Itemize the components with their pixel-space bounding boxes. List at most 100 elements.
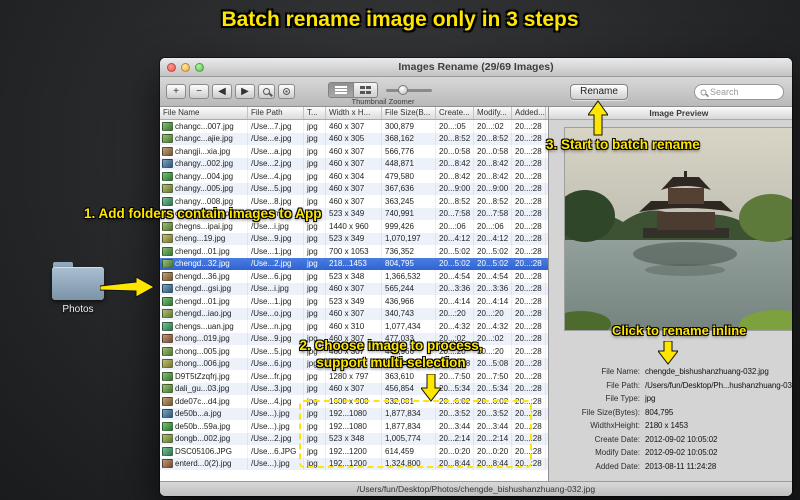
thumbnail bbox=[162, 309, 173, 319]
table-row[interactable]: dali_gu...03.jpg/Use...3.jpg jpg 460 x 307… bbox=[160, 382, 548, 395]
column-header[interactable]: Modify... bbox=[474, 107, 512, 119]
cell: changc...007.jpg bbox=[160, 120, 248, 133]
table-row[interactable]: changy...002.jpg/Use...2.jpg jpg 460 x 307… bbox=[160, 157, 548, 170]
cell: chegns...ipai.jpg bbox=[160, 220, 248, 233]
table-row[interactable]: changji...xia.jpg/Use...a.jpg jpg 460 x 30… bbox=[160, 145, 548, 158]
cell: 20...3:36 bbox=[474, 282, 512, 295]
cell: chong...005.jpg bbox=[160, 345, 248, 358]
add-button[interactable]: + bbox=[166, 84, 186, 99]
banner-text: Batch rename image only in 3 steps bbox=[221, 8, 579, 31]
cell: chengd...36.jpg bbox=[160, 270, 248, 283]
column-header[interactable]: File Path bbox=[248, 107, 304, 119]
table-row[interactable]: changy...005.jpg/Use...5.jpg jpg 460 x 307… bbox=[160, 182, 548, 195]
cell: /Use...e.jpg bbox=[248, 132, 304, 145]
cell: D9T5tZzqfrj.jpg bbox=[160, 370, 248, 383]
preview-field-value: 2180 x 1453 bbox=[645, 421, 688, 431]
cell: 20...:28 bbox=[512, 220, 546, 233]
cell: 20...7:50 bbox=[474, 370, 512, 383]
cell: jpg bbox=[304, 132, 326, 145]
titlebar[interactable]: Images Rename (29/69 Images) bbox=[160, 58, 792, 77]
cell: 1440 x 960 bbox=[326, 220, 382, 233]
cell: /Use...4.jpg bbox=[248, 395, 304, 408]
cell: 460 x 305 bbox=[326, 132, 382, 145]
cell: jpg bbox=[304, 182, 326, 195]
thumbnail bbox=[162, 246, 173, 256]
thumbnail-zoom-slider[interactable] bbox=[386, 85, 432, 95]
cell: 20...3:36 bbox=[436, 282, 474, 295]
view-switcher bbox=[328, 82, 432, 98]
cell: chengd...01.jpg bbox=[160, 295, 248, 308]
minimize-button[interactable] bbox=[181, 63, 190, 72]
cell: 523 x 349 bbox=[326, 232, 382, 245]
cell: changy...005.jpg bbox=[160, 182, 248, 195]
preview-field-label: File Size(Bytes): bbox=[581, 407, 640, 417]
table-row[interactable]: chengd...32.jpg/Use...2.jpg jpg 218...1453… bbox=[160, 257, 548, 270]
action-button[interactable] bbox=[278, 84, 295, 99]
cell: 20...8:52 bbox=[474, 195, 512, 208]
cell: de50b...a.jpg bbox=[160, 407, 248, 420]
cell: jpg bbox=[304, 170, 326, 183]
table-row[interactable]: chengs...uan.jpg/Use...n.jpg jpg 460 x 310… bbox=[160, 320, 548, 333]
column-header[interactable]: T... bbox=[304, 107, 326, 119]
column-header[interactable]: File Size(B... bbox=[382, 107, 436, 119]
preview-field-value[interactable]: chengde_bishushanzhuang-032.jpg bbox=[645, 367, 769, 376]
table-row[interactable]: chengd...01.jpg/Use...1.jpg jpg 523 x 349 4… bbox=[160, 295, 548, 308]
cell: 20...9:00 bbox=[436, 182, 474, 195]
table-row[interactable]: chengd...gsi.jpg/Use...i.jpg jpg 460 x 307… bbox=[160, 282, 548, 295]
cell: /Use...).jpg bbox=[248, 420, 304, 433]
cell: 20...8:52 bbox=[436, 132, 474, 145]
photos-folder-icon[interactable]: Photos bbox=[52, 260, 104, 320]
arrow-folder-to-list-icon bbox=[100, 277, 156, 298]
toolbar-buttons: + − ◀ ▶ bbox=[166, 84, 258, 99]
grid-view-button[interactable] bbox=[353, 83, 377, 97]
cell: 20...:28 bbox=[512, 257, 546, 270]
column-header[interactable]: Create... bbox=[436, 107, 474, 119]
cell: 20...:28 bbox=[512, 270, 546, 283]
table-row[interactable]: chengd...01.jpg/Use...1.jpg jpg 700 x 1053… bbox=[160, 245, 548, 258]
cell: /Use...n.jpg bbox=[248, 320, 304, 333]
table-row[interactable]: chengd...36.jpg/Use...6.jpg jpg 523 x 348 1… bbox=[160, 270, 548, 283]
preview-field: Added Date: 2013-08-11 11:24:28 bbox=[549, 460, 792, 474]
cell: 20...:28 bbox=[512, 132, 546, 145]
list-view-button[interactable] bbox=[329, 83, 353, 97]
column-header[interactable]: Added... bbox=[512, 107, 546, 119]
table-row[interactable]: changc...007.jpg/Use...7.jpg jpg 460 x 307… bbox=[160, 120, 548, 133]
cell: enterd...0(2).jpg bbox=[160, 457, 248, 470]
rename-button[interactable]: Rename bbox=[570, 84, 628, 100]
remove-button[interactable]: − bbox=[189, 84, 209, 99]
table-row[interactable]: chegns...ipai.jpg/Use...i.jpg jpg 1440 x 9… bbox=[160, 220, 548, 233]
forward-button[interactable]: ▶ bbox=[235, 84, 255, 99]
toolbar: + − ◀ ▶ Thumbnail Zoomer Rename Search bbox=[160, 77, 792, 107]
preview-field-value: 2012-09-02 10:05:02 bbox=[645, 434, 718, 444]
zoom-button[interactable] bbox=[195, 63, 204, 72]
list-icon bbox=[335, 86, 347, 94]
annotation-step2-line2: support multi-selection bbox=[316, 355, 466, 370]
cell: chengd...32.jpg bbox=[160, 257, 248, 270]
table-row[interactable]: chengd...iao.jpg/Use...o.jpg jpg 460 x 307… bbox=[160, 307, 548, 320]
preview-field-label: File Name: bbox=[601, 367, 640, 377]
column-header[interactable]: File Name bbox=[160, 107, 248, 119]
column-header[interactable]: Width x H... bbox=[326, 107, 382, 119]
table-row[interactable]: cheng...19.jpg/Use...9.jpg jpg 523 x 349 1,… bbox=[160, 232, 548, 245]
cell: 20...:28 bbox=[512, 120, 546, 133]
close-button[interactable] bbox=[167, 63, 176, 72]
search-field[interactable]: Search bbox=[694, 84, 784, 100]
cell: 460 x 307 bbox=[326, 307, 382, 320]
cell: /Use...2.jpg bbox=[248, 157, 304, 170]
cell: /Use...i.jpg bbox=[248, 282, 304, 295]
cell: changy...002.jpg bbox=[160, 157, 248, 170]
table-row[interactable]: changc...ajie.jpg/Use...e.jpg jpg 460 x 30… bbox=[160, 132, 548, 145]
back-button[interactable]: ◀ bbox=[212, 84, 232, 99]
cell: jpg bbox=[304, 282, 326, 295]
thumbnail bbox=[162, 271, 173, 281]
cell: 20...8:42 bbox=[474, 157, 512, 170]
cell: 448,871 bbox=[382, 157, 436, 170]
arrow-step3-up-icon bbox=[588, 100, 608, 136]
cell: 20...:28 bbox=[512, 370, 546, 383]
table-row[interactable]: D9T5tZzqfrj.jpg/Use...fr.jpg jpg 1280 x 79… bbox=[160, 370, 548, 383]
slider-knob[interactable] bbox=[398, 85, 408, 95]
cell: 736,352 bbox=[382, 245, 436, 258]
quicklook-button[interactable] bbox=[258, 84, 275, 99]
table-row[interactable]: changy...004.jpg/Use...4.jpg jpg 460 x 304… bbox=[160, 170, 548, 183]
cell: 460 x 307 bbox=[326, 182, 382, 195]
